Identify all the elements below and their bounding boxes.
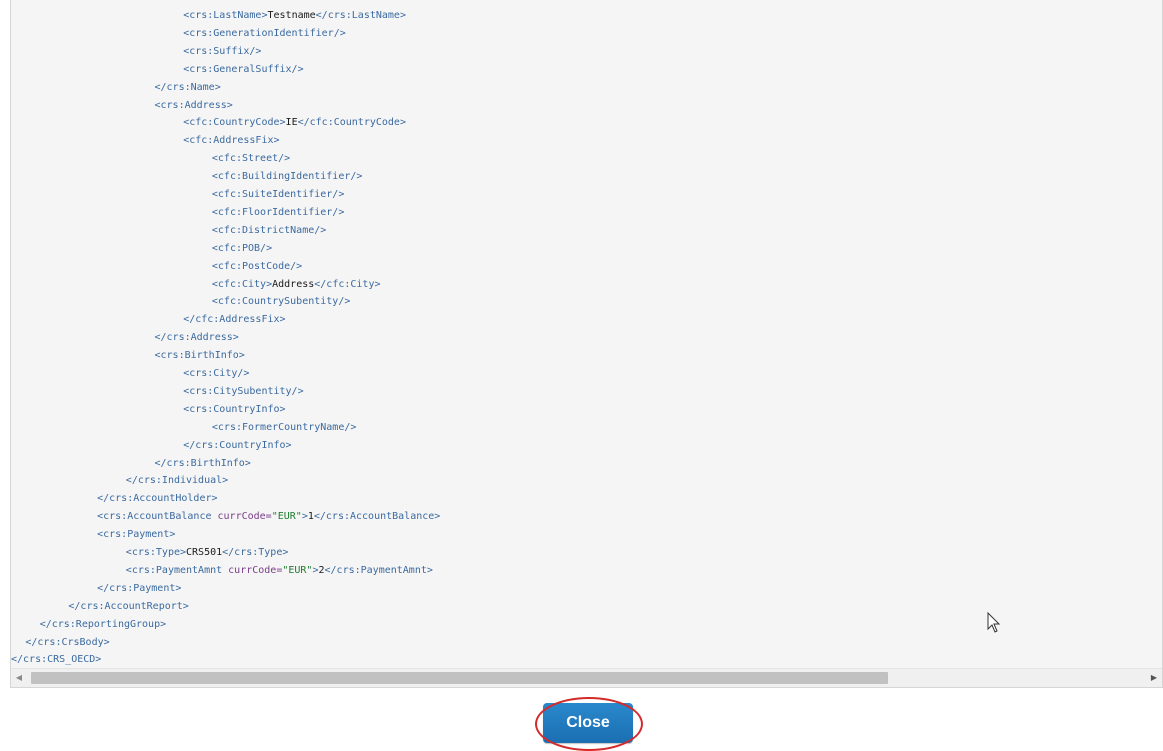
xml-token: <cfc:FloorIdentifier/> xyxy=(211,206,345,218)
xml-line: </crs:CRS_OECD> xyxy=(11,651,101,667)
xml-line: <crs:PaymentAmnt currCode="EUR">2</crs:P… xyxy=(126,562,433,580)
xml-line: <crs:GenerationIdentifier/> xyxy=(183,25,346,43)
xml-token: <crs:BirthInfo> xyxy=(154,350,245,362)
xml-token: CRS501 xyxy=(186,547,223,558)
xml-token: <cfc:CountrySubentity/> xyxy=(211,296,351,308)
xml-line: <crs:FormerCountryName/> xyxy=(212,419,357,437)
xml-line: <crs:LastName>Testname</crs:LastName> xyxy=(183,7,406,25)
xml-token: </cfc:CountryCode> xyxy=(297,117,406,129)
xml-token: </cfc:City> xyxy=(314,278,381,290)
mouse-pointer-icon xyxy=(987,612,1001,633)
xml-token: <cfc:DistrictName/> xyxy=(211,224,327,236)
xml-token: Testname xyxy=(267,10,316,21)
xml-token: <cfc:Street/> xyxy=(211,153,291,165)
xml-token: <cfc:AddressFix> xyxy=(183,135,280,147)
xml-token: <crs:CitySubentity/> xyxy=(183,385,304,397)
xml-token: </crs:CrsBody> xyxy=(25,636,110,648)
xml-line: </crs:CountryInfo> xyxy=(183,437,291,455)
xml-token: <cfc:CountryCode> xyxy=(183,117,286,129)
xml-token: <crs:LastName> xyxy=(183,10,268,21)
xml-token: <crs:Suffix/> xyxy=(183,45,262,57)
xml-line: </crs:Address> xyxy=(155,329,239,347)
xml-line: </crs:AccountHolder> xyxy=(97,490,217,508)
xml-token: <cfc:BuildingIdentifier/> xyxy=(211,171,363,183)
xml-line: <cfc:DistrictName/> xyxy=(212,222,326,240)
xml-token: </crs:CRS_OECD> xyxy=(11,654,102,666)
scroll-left-icon[interactable]: ◀ xyxy=(11,669,27,687)
xml-line: </crs:Name> xyxy=(155,79,221,97)
xml-token: </crs:BirthInfo> xyxy=(154,457,251,469)
xml-line: <cfc:POB/> xyxy=(212,240,272,258)
xml-line: <cfc:Street/> xyxy=(212,150,290,168)
xml-line: <cfc:CountryCode>IE</cfc:CountryCode> xyxy=(183,114,406,132)
close-button[interactable]: Close xyxy=(543,703,633,743)
xml-token: <cfc:POB/> xyxy=(211,242,273,254)
xml-line: <cfc:PostCode/> xyxy=(212,258,302,276)
xml-token: currCode= xyxy=(228,564,283,576)
xml-line: <cfc:FloorIdentifier/> xyxy=(212,204,344,222)
xml-token: </crs:AccountHolder> xyxy=(97,493,218,505)
xml-line: </crs:Payment> xyxy=(97,580,181,598)
xml-token: <cfc:City> xyxy=(211,278,273,290)
xml-line: <crs:GeneralSuffix/> xyxy=(183,61,303,79)
xml-line: <cfc:CountrySubentity/> xyxy=(212,293,350,311)
xml-line: <crs:Suffix/> xyxy=(183,43,261,61)
xml-token: </crs:Payment> xyxy=(97,582,182,594)
xml-line: <crs:Payment> xyxy=(97,526,175,544)
xml-token: </crs:PaymentAmnt> xyxy=(324,564,433,576)
xml-line: </crs:Individual> xyxy=(126,472,228,490)
xml-line: </crs:AccountReport> xyxy=(68,598,188,616)
xml-line: <cfc:SuiteIdentifier/> xyxy=(212,186,344,204)
xml-token: <crs:Payment> xyxy=(97,529,176,541)
xml-line: <crs:Type>CRS501</crs:Type> xyxy=(126,544,289,562)
xml-token: currCode= xyxy=(217,511,272,523)
xml-token: <cfc:PostCode/> xyxy=(211,260,303,272)
xml-token: <crs:PaymentAmnt xyxy=(125,564,229,576)
xml-token: <crs:GenerationIdentifier/> xyxy=(183,27,346,39)
xml-token: </crs:Address> xyxy=(154,332,239,344)
xml-token: </crs:AccountReport> xyxy=(68,600,189,612)
xml-line: </crs:CrsBody> xyxy=(25,634,109,652)
xml-token: </crs:CountryInfo> xyxy=(183,439,292,451)
xml-token: </crs:ReportingGroup> xyxy=(39,618,167,630)
xml-token: <crs:CountryInfo> xyxy=(183,403,286,415)
horizontal-scrollbar[interactable]: ◀ ▶ xyxy=(11,668,1162,687)
xml-line: <cfc:AddressFix> xyxy=(183,132,279,150)
xml-line: <crs:BirthInfo> xyxy=(155,347,245,365)
scrollbar-thumb[interactable] xyxy=(31,672,888,684)
close-button-area: Close xyxy=(535,697,643,751)
xml-line: <crs:AccountBalance currCode="EUR">1</cr… xyxy=(97,508,440,526)
xml-token: <crs:FormerCountryName/> xyxy=(211,421,357,433)
scroll-right-icon[interactable]: ▶ xyxy=(1146,669,1162,687)
xml-token: <crs:AccountBalance xyxy=(97,511,218,523)
xml-token: </crs:AccountBalance> xyxy=(313,511,441,523)
xml-token: </crs:Name> xyxy=(154,81,221,93)
xml-token: </crs:Individual> xyxy=(125,475,229,487)
xml-token: Address xyxy=(272,278,315,290)
xml-token: "EUR" xyxy=(282,564,313,576)
xml-line: </crs:BirthInfo> xyxy=(155,455,251,473)
xml-line: </cfc:AddressFix> xyxy=(183,311,285,329)
xml-code-area: <crs:LastName>Testname</crs:LastName> <cr… xyxy=(11,7,1162,667)
xml-line: <crs:CountryInfo> xyxy=(183,401,285,419)
xml-token: <crs:Type> xyxy=(125,547,187,558)
xml-token: <crs:GeneralSuffix/> xyxy=(183,63,304,75)
xml-token: <cfc:SuiteIdentifier/> xyxy=(211,189,345,200)
xml-viewer[interactable]: <crs:LastName>Testname</crs:LastName> <cr… xyxy=(10,0,1163,688)
xml-token: </cfc:AddressFix> xyxy=(183,314,286,326)
xml-token: IE xyxy=(285,117,298,129)
xml-token: </crs:Type> xyxy=(222,547,289,558)
xml-line: <crs:CitySubentity/> xyxy=(183,383,303,401)
xml-line: <cfc:BuildingIdentifier/> xyxy=(212,168,363,186)
xml-line: </crs:ReportingGroup> xyxy=(40,616,166,634)
xml-token: </crs:LastName> xyxy=(315,10,406,21)
xml-token: <crs:Address> xyxy=(154,99,233,111)
xml-line: <cfc:City>Address</cfc:City> xyxy=(212,276,381,294)
xml-token: <crs:City/> xyxy=(183,368,250,379)
xml-token: "EUR" xyxy=(271,511,302,523)
xml-line: <crs:City/> xyxy=(183,365,249,383)
xml-line: <crs:Address> xyxy=(155,97,233,115)
